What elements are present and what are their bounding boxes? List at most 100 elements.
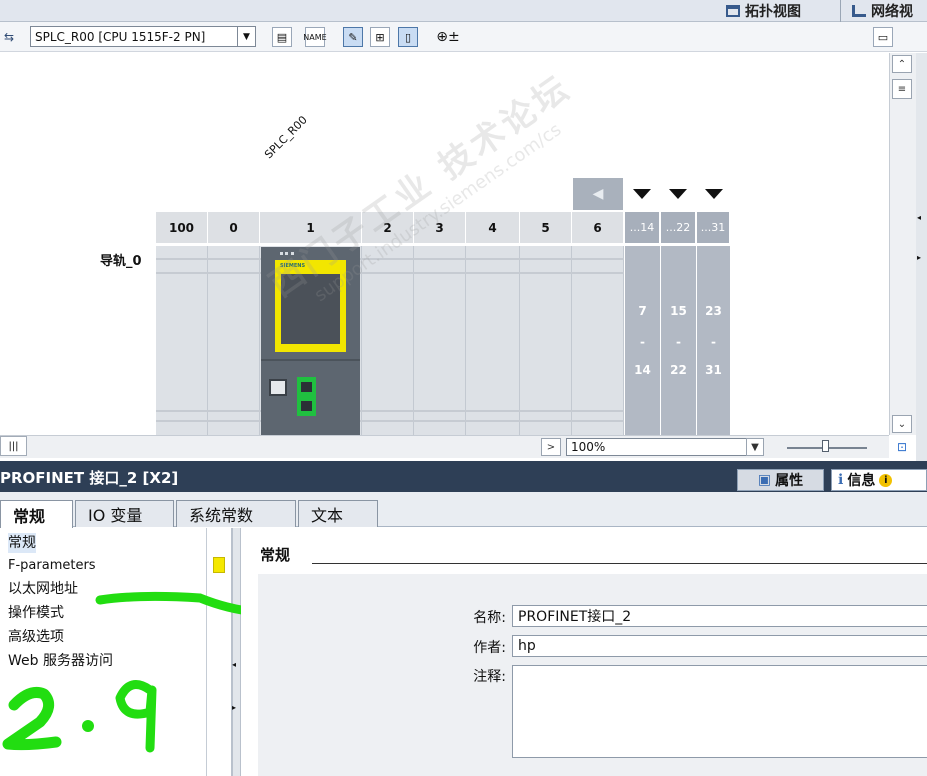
rail-line xyxy=(156,258,624,260)
comment-label: 注释: xyxy=(473,669,506,685)
annotation-digit-9 xyxy=(115,680,157,753)
rename-icon[interactable]: NAME xyxy=(303,27,327,47)
zoom-in-icon[interactable]: ⊕± xyxy=(433,27,463,47)
author-label: 作者: xyxy=(473,640,506,656)
network-view-label: 网络视 xyxy=(871,3,913,20)
slot-header-row: 100 0 1 2 3 4 5 6 xyxy=(156,212,624,243)
panel-icon[interactable]: ▯ xyxy=(398,27,418,47)
tab-system-constants[interactable]: 系统常数 xyxy=(176,500,296,527)
scroll-up-icon[interactable]: ⌃ xyxy=(892,55,912,73)
cpu-module[interactable]: SIEMENS xyxy=(261,247,360,435)
view-tabs-bar: 拓扑视图 网络视 xyxy=(0,0,927,22)
fit-view-icon[interactable]: ⊡ xyxy=(893,438,911,456)
scroll-thumb[interactable]: ≡ xyxy=(892,79,912,99)
chevron-down-icon xyxy=(632,189,651,199)
profinet-port-icon xyxy=(297,377,316,416)
ext-slot-header: ...31 xyxy=(697,212,730,243)
name-value: PROFINET接口_2 xyxy=(518,609,632,625)
slot-5[interactable] xyxy=(520,246,572,435)
port-socket xyxy=(301,382,312,392)
expand-slot-14-button[interactable] xyxy=(625,178,658,210)
slot-6[interactable] xyxy=(572,246,624,435)
cpu-brand: SIEMENS xyxy=(280,263,306,269)
ext-range-end: 31 xyxy=(705,363,722,377)
slot-4[interactable] xyxy=(466,246,520,435)
section-title: 常规 xyxy=(260,546,291,564)
scroll-down-icon[interactable]: ⌄ xyxy=(892,415,912,433)
scroll-left-button[interactable]: ◀ xyxy=(573,178,623,210)
zoom-slider-thumb[interactable] xyxy=(822,440,829,452)
collapse-arrow-icon[interactable]: ◂ xyxy=(917,213,926,225)
ethernet-port-icon xyxy=(269,379,287,396)
nav-item-f-parameters[interactable]: F-parameters xyxy=(8,556,96,576)
chevron-down-icon[interactable]: ▼ xyxy=(237,27,255,46)
overview-icon[interactable]: ▭ xyxy=(873,27,893,47)
zoom-selector[interactable]: 100% xyxy=(566,438,763,456)
port-socket xyxy=(301,401,312,411)
ext-range-start: 15 xyxy=(670,304,687,318)
slot-header: 100 xyxy=(156,212,208,243)
slot-2[interactable] xyxy=(362,246,414,435)
slot-0[interactable] xyxy=(208,246,260,435)
grid-icon[interactable]: ⊞ xyxy=(370,27,390,47)
author-value: hp xyxy=(518,638,536,654)
network-icon xyxy=(852,4,866,17)
topology-view-tab[interactable]: 拓扑视图 xyxy=(726,0,801,21)
chevron-down-icon[interactable]: ▼ xyxy=(746,438,764,456)
handwritten-annotation xyxy=(2,591,260,753)
ext-range-dash: - xyxy=(640,335,645,349)
topology-view-label: 拓扑视图 xyxy=(745,3,801,20)
vertical-scrollbar[interactable]: ⌃ ≡ ⌄ xyxy=(889,53,916,435)
slot-header: 4 xyxy=(466,212,520,243)
tab-io-tags[interactable]: IO 变量 xyxy=(75,500,174,527)
device-selector-value: SPLC_R00 [CPU 1515F-2 PN] xyxy=(35,29,206,44)
expand-slot-22-button[interactable] xyxy=(661,178,694,210)
topology-icon xyxy=(726,4,740,17)
slot-100[interactable] xyxy=(156,246,208,435)
draw-icon[interactable]: ✎ xyxy=(343,27,363,47)
rail-label: 导轨_0 xyxy=(100,254,142,269)
tab-general[interactable]: 常规 xyxy=(0,500,73,528)
ext-range-start: 7 xyxy=(638,304,647,318)
properties-tab-label: 属性 xyxy=(775,473,804,489)
cpu-display xyxy=(281,274,340,344)
name-label: 名称: xyxy=(473,610,506,626)
nav-item-general[interactable]: 常规 xyxy=(8,533,36,553)
tab-divider xyxy=(840,0,841,22)
scroll-right-icon[interactable]: > xyxy=(541,438,561,456)
slot-header: 5 xyxy=(520,212,572,243)
rail-line xyxy=(156,420,624,422)
rail-line xyxy=(156,410,624,412)
chevron-down-icon xyxy=(668,189,687,199)
author-field[interactable]: hp xyxy=(512,635,927,657)
device-selector[interactable]: SPLC_R00 [CPU 1515F-2 PN] ▼ xyxy=(30,26,256,47)
rail-line xyxy=(156,272,624,274)
task-cards-strip[interactable]: ◂ ▸ xyxy=(916,53,927,461)
properties-title: PROFINET 接口_2 [X2] xyxy=(0,469,179,487)
slot-3[interactable] xyxy=(414,246,466,435)
properties-tab[interactable]: ▣ 属性 xyxy=(737,469,824,491)
horizontal-scroll-thumb[interactable]: ||| xyxy=(0,436,27,456)
zoom-value: 100% xyxy=(571,440,606,454)
ext-slot-header: ...22 xyxy=(661,212,696,243)
device-data-icon[interactable]: ▤ xyxy=(272,27,292,47)
comment-textarea[interactable] xyxy=(512,665,927,758)
expand-slot-31-button[interactable] xyxy=(697,178,730,210)
cpu-divider xyxy=(261,359,360,361)
expand-arrow-icon[interactable]: ▸ xyxy=(917,253,926,265)
device-nav-icon[interactable]: ⇆ xyxy=(0,27,18,47)
name-field[interactable]: PROFINET接口_2 xyxy=(512,605,927,627)
warning-status-icon xyxy=(213,557,225,573)
network-view-tab[interactable]: 网络视 xyxy=(852,0,913,21)
info-badge-icon: i xyxy=(879,473,893,487)
info-icon: ℹ xyxy=(838,472,844,488)
cpu-display-frame: SIEMENS xyxy=(275,260,346,352)
slot-header: 0 xyxy=(208,212,260,243)
ext-range-dash: - xyxy=(676,335,681,349)
tab-texts[interactable]: 文本 xyxy=(298,500,378,527)
info-tab[interactable]: ℹ 信息 i xyxy=(831,469,927,491)
ext-range-end: 14 xyxy=(634,363,651,377)
slot-header: 1 xyxy=(260,212,362,243)
ext-range-dash: - xyxy=(711,335,716,349)
ext-range-start: 23 xyxy=(705,304,722,318)
